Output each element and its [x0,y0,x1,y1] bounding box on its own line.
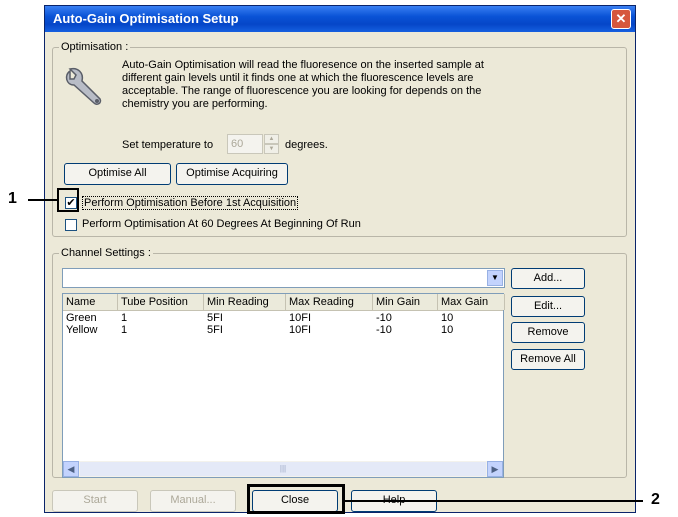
set-temperature-label: Set temperature to [122,139,214,151]
checkbox-highlight-box [57,188,79,212]
perform-before-first-acquisition-label[interactable]: Perform Optimisation Before 1st Acquisit… [82,196,299,210]
column-tube-position[interactable]: Tube Position [118,294,204,310]
remove-button[interactable]: Remove [511,322,585,343]
description-line-4: chemistry you are performing. [122,98,268,110]
cell-max-reading: 10FI [289,312,312,324]
horizontal-scrollbar[interactable]: ◀ ||| ▶ [63,461,503,477]
degrees-label: degrees. [285,139,328,151]
close-icon[interactable]: ✕ [611,9,631,29]
callout-2-line [345,500,643,502]
table-header: Name Tube Position Min Reading Max Readi… [63,294,505,311]
cell-min-gain: -10 [376,324,392,336]
column-name[interactable]: Name [63,294,118,310]
description-line-2: different gain levels until it finds one… [122,72,474,84]
spinner-down-icon[interactable]: ▼ [264,144,279,154]
scroll-left-icon[interactable]: ◀ [63,461,79,477]
spinner-up-icon[interactable]: ▲ [264,134,279,144]
scroll-thumb[interactable]: ||| [80,462,486,476]
cell-min-reading: 5FI [207,324,223,336]
title-bar: Auto-Gain Optimisation Setup ✕ [45,6,635,32]
callout-2: 2 [651,491,660,508]
description-line-1: Auto-Gain Optimisation will read the flu… [122,59,484,71]
start-button[interactable]: Start [52,490,138,512]
table-row[interactable]: Yellow 1 5FI 10FI -10 10 [63,324,503,336]
cell-tube-position: 1 [121,312,128,324]
cell-max-reading: 10FI [289,324,312,336]
optimise-all-button[interactable]: Optimise All [64,163,171,185]
channel-table[interactable]: Name Tube Position Min Reading Max Readi… [62,293,505,478]
callout-1-line [28,199,57,201]
perform-at-60-degrees-checkbox[interactable] [65,219,77,231]
callout-1: 1 [8,190,17,207]
column-min-gain[interactable]: Min Gain [373,294,438,310]
chevron-down-icon[interactable]: ▼ [487,270,503,286]
cell-min-gain: -10 [376,312,392,324]
cell-tube-position: 1 [121,324,128,336]
cell-name: Yellow [66,324,98,336]
edit-button[interactable]: Edit... [511,296,585,317]
column-max-reading[interactable]: Max Reading [286,294,373,310]
cell-name: Green [66,312,97,324]
channel-settings-label: Channel Settings : [59,247,153,259]
temperature-spinner[interactable]: 60 ▲ ▼ [227,134,281,154]
cell-min-reading: 5FI [207,312,223,324]
close-highlight-box [247,484,345,514]
description-line-3: acceptable. The range of fluorescence yo… [122,85,482,97]
auto-gain-dialog: Auto-Gain Optimisation Setup ✕ Optimisat… [44,5,636,513]
temperature-input[interactable]: 60 [227,134,263,154]
scroll-right-icon[interactable]: ▶ [487,461,503,477]
dialog-title: Auto-Gain Optimisation Setup [53,11,239,26]
cell-max-gain: 10 [441,324,454,336]
optimise-acquiring-button[interactable]: Optimise Acquiring [176,163,288,185]
manual-button[interactable]: Manual... [150,490,236,512]
wrench-icon [65,67,102,105]
perform-at-60-degrees-label[interactable]: Perform Optimisation At 60 Degrees At Be… [82,218,361,230]
column-max-gain[interactable]: Max Gain [438,294,505,310]
cell-max-gain: 10 [441,312,454,324]
column-min-reading[interactable]: Min Reading [204,294,286,310]
table-row[interactable]: Green 1 5FI 10FI -10 10 [63,312,503,324]
channel-dropdown[interactable]: ▼ [62,268,505,288]
optimisation-group-label: Optimisation : [59,41,131,53]
add-button[interactable]: Add... [511,268,585,289]
remove-all-button[interactable]: Remove All [511,349,585,370]
